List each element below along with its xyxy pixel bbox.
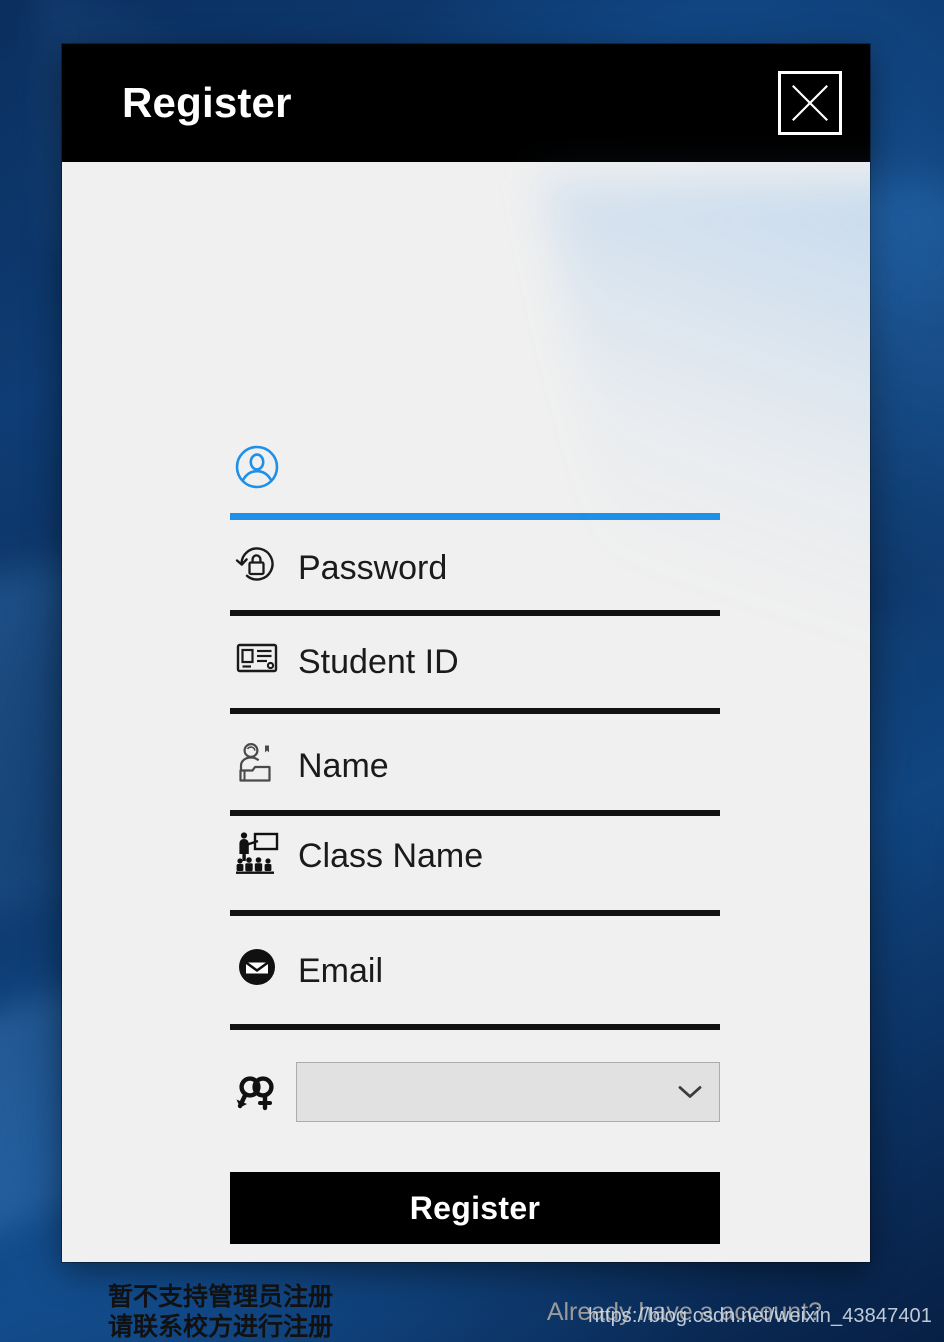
password-field-label: Password <box>298 549 448 587</box>
student-id-field-label: Student ID <box>298 643 459 681</box>
chevron-down-icon <box>678 1086 702 1098</box>
close-icon[interactable] <box>778 71 842 135</box>
email-field-label: Email <box>298 952 384 990</box>
password-field-underline <box>230 610 720 616</box>
class-name-field-row[interactable]: Class Name <box>230 825 720 879</box>
page-title: Register <box>122 79 292 126</box>
lock-reset-icon <box>230 537 284 591</box>
gender-row <box>230 1062 720 1122</box>
register-window: Register Password Student ID Name Class … <box>62 44 870 1341</box>
admin-registration-notice: 暂不支持管理员注册 请联系校方进行注册 <box>108 1282 334 1342</box>
name-field-label: Name <box>298 747 389 785</box>
user-circle-icon <box>230 440 284 494</box>
class-name-field-label: Class Name <box>298 837 484 875</box>
username-field-underline <box>230 513 720 520</box>
gender-select[interactable] <box>296 1062 720 1122</box>
password-field-row[interactable]: Password <box>230 537 720 591</box>
close-x-icon <box>792 85 828 121</box>
name-field-row[interactable]: Name <box>230 735 720 789</box>
gender-symbols-icon <box>230 1065 284 1119</box>
email-field-row[interactable]: Email <box>230 940 720 994</box>
email-field-underline <box>230 1024 720 1030</box>
register-submit-button[interactable]: Register <box>230 1172 720 1244</box>
watermark-text: https://blog.csdn.net/weixin_43847401 <box>588 1305 932 1327</box>
register-form: Password Student ID Name Class Name Emai… <box>62 162 870 1341</box>
student-id-field-row[interactable]: Student ID <box>230 631 720 685</box>
class-name-field-underline <box>230 910 720 916</box>
username-field-row[interactable] <box>230 440 720 494</box>
student-id-field-underline <box>230 708 720 714</box>
title-bar: Register <box>62 44 870 162</box>
desktop-background: Register Password Student ID Name Class … <box>0 0 944 1342</box>
name-field-underline <box>230 810 720 816</box>
id-card-icon <box>230 631 284 685</box>
classroom-teacher-icon <box>230 825 284 879</box>
email-circle-icon <box>230 940 284 994</box>
person-folder-icon <box>230 735 284 789</box>
